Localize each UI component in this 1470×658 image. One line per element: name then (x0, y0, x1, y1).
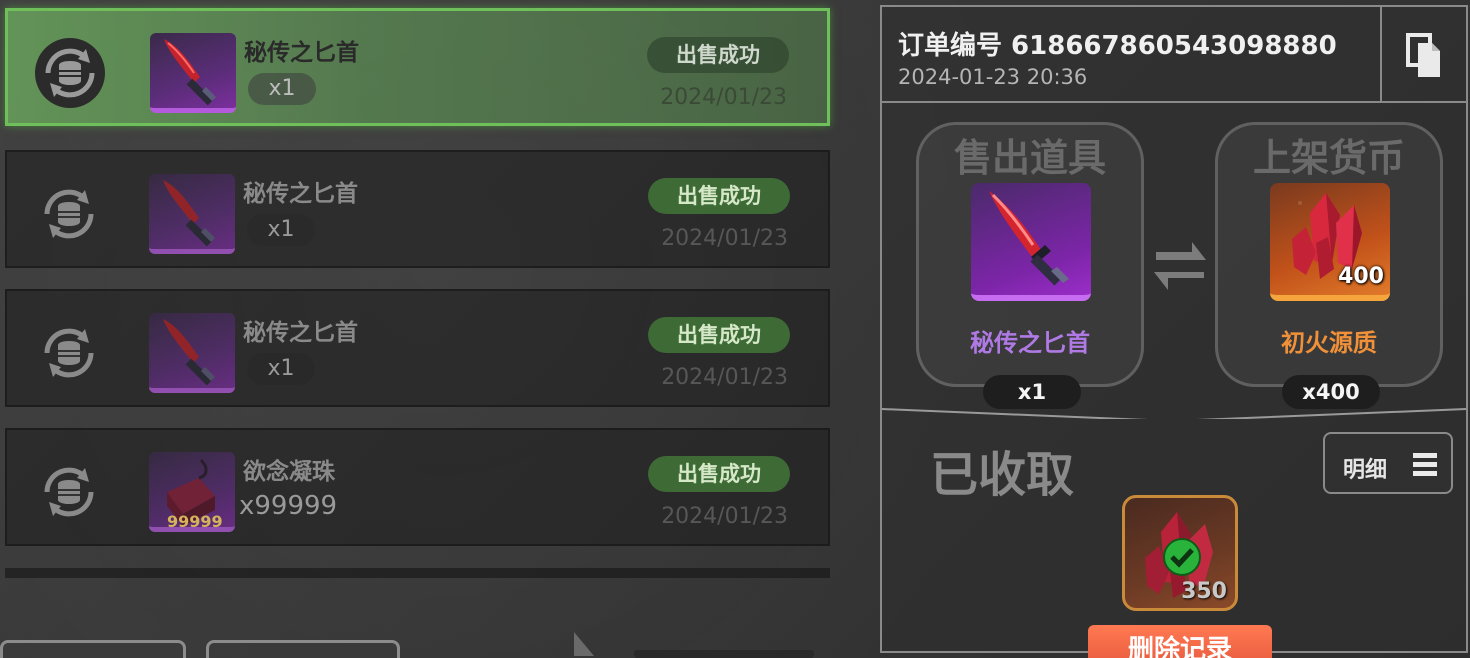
record-date: 2024/01/23 (661, 504, 788, 529)
status-badge: 出售成功 (648, 456, 790, 492)
currency-cycle-icon (44, 328, 94, 378)
dagger-item-icon (149, 174, 235, 254)
collected-reward-item[interactable]: 350 (1122, 495, 1238, 611)
status-badge: 出售成功 (648, 178, 790, 214)
crystal-currency-icon[interactable]: 400 (1270, 183, 1390, 301)
item-name: 秘传之匕首 (244, 40, 359, 66)
order-header: 订单编号 618667860543098880 2024-01-23 20:36 (882, 7, 1466, 103)
item-name: 秘传之匕首 (243, 320, 358, 346)
sold-item-title: 售出道具 (953, 136, 1106, 180)
order-number: 订单编号 618667860543098880 (898, 31, 1337, 61)
sold-item-name: 秘传之匕首 (970, 329, 1090, 357)
currency-icon-quantity: 400 (1338, 264, 1384, 289)
sold-item-card: 售出道具 秘传之匕首 x1 (916, 122, 1144, 409)
bottom-tab-button[interactable] (206, 640, 400, 658)
currency-title: 上架货币 (1252, 136, 1405, 180)
arrow-icon (574, 632, 594, 656)
dagger-item-icon (150, 33, 236, 113)
status-badge: 出售成功 (648, 317, 790, 353)
section-divider (882, 408, 1466, 419)
currency-cycle-icon (44, 189, 94, 239)
list-scroll-edge (5, 568, 830, 578)
record-row[interactable]: 秘传之匕首 x1 出售成功 2024/01/23 (5, 150, 830, 268)
status-badge: 出售成功 (647, 37, 789, 73)
listing-currency-card: 上架货币 400 初火源质 x400 (1215, 122, 1443, 409)
record-date: 2024/01/23 (661, 226, 788, 251)
details-button-label: 明细 (1343, 458, 1388, 483)
item-stack-count: 99999 (167, 512, 223, 531)
item-name: 秘传之匕首 (243, 181, 358, 207)
order-time: 2024-01-23 20:36 (898, 65, 1088, 89)
reward-quantity: 350 (1181, 579, 1227, 604)
item-quantity: x1 (247, 214, 315, 246)
record-row[interactable]: 秘传之匕首 x1 出售成功 2024/01/23 (5, 8, 830, 126)
order-detail-panel: 订单编号 618667860543098880 2024-01-23 20:36… (880, 5, 1468, 658)
record-date: 2024/01/23 (660, 85, 787, 110)
details-button[interactable]: 明细 (1323, 432, 1453, 494)
checkmark-icon (1163, 538, 1201, 576)
exchange-arrows-icon (1154, 242, 1206, 290)
record-row[interactable]: 99999 欲念凝珠 x99999 出售成功 2024/01/23 (5, 428, 830, 546)
copy-icon (1406, 33, 1440, 77)
menu-icon (1413, 453, 1437, 476)
dagger-item-icon (149, 313, 235, 393)
currency-name: 初火源质 (1281, 329, 1377, 357)
item-quantity: x1 (247, 353, 315, 385)
dagger-item-icon[interactable] (971, 183, 1091, 301)
item-name: 欲念凝珠 (243, 459, 335, 485)
currency-cycle-icon (35, 38, 105, 108)
sale-record-list: 秘传之匕首 x1 出售成功 2024/01/23 秘传之匕首 x1 出售成功 2… (0, 0, 845, 658)
record-date: 2024/01/23 (661, 365, 788, 390)
sold-item-count: x1 (983, 375, 1081, 409)
item-quantity: x1 (248, 73, 316, 105)
copy-order-button[interactable] (1380, 7, 1466, 103)
currency-cycle-icon (44, 467, 94, 517)
bottom-tab-button[interactable] (0, 640, 186, 658)
progress-track (634, 650, 814, 658)
delete-record-button[interactable]: 删除记录 (1088, 625, 1272, 658)
item-quantity: x99999 (239, 491, 338, 521)
collected-title: 已收取 (930, 447, 1075, 503)
currency-count: x400 (1282, 375, 1380, 409)
record-row[interactable]: 秘传之匕首 x1 出售成功 2024/01/23 (5, 289, 830, 407)
